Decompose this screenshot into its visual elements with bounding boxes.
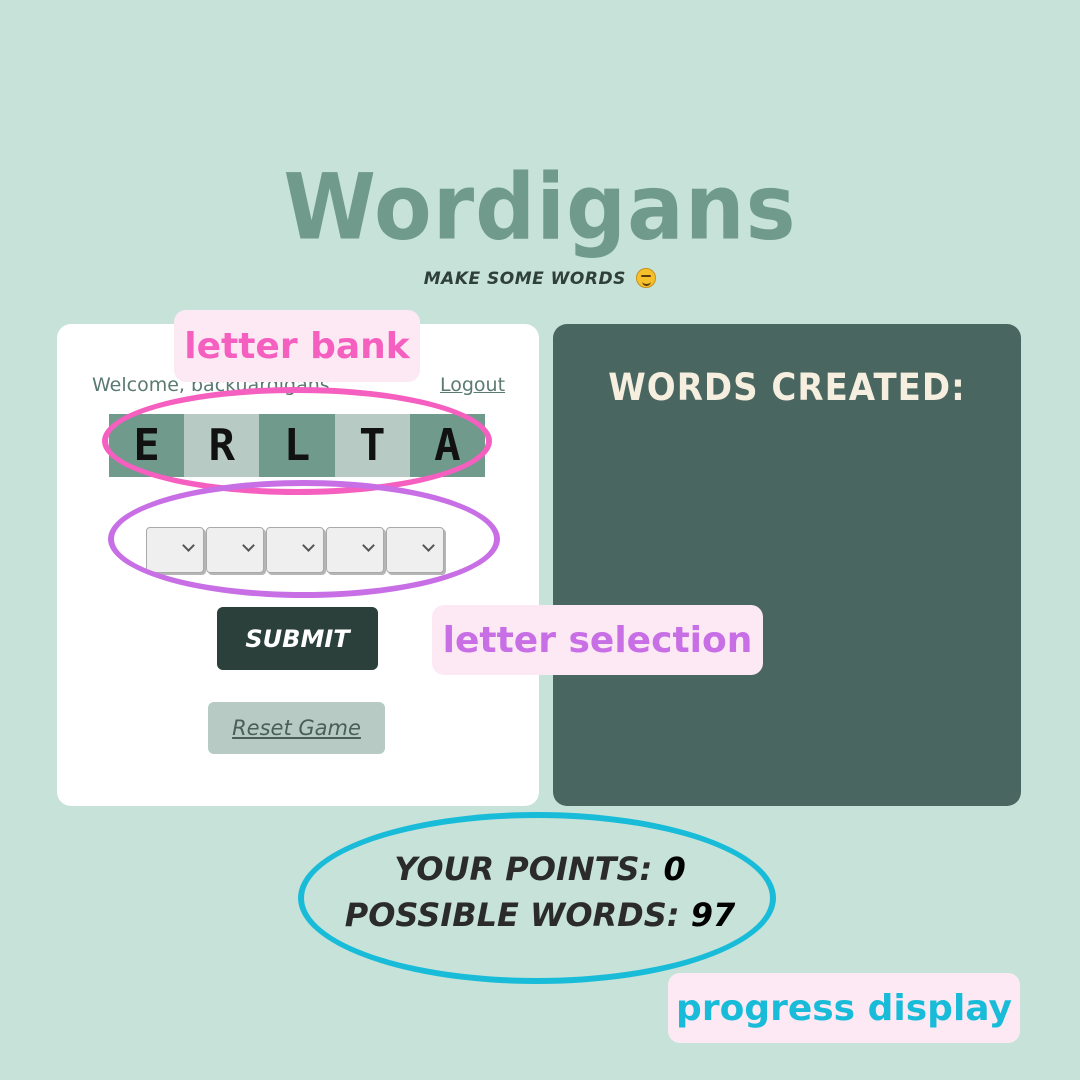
letter-select-2[interactable] [206,527,264,573]
letter-selection-callout: letter selection [432,605,763,675]
letter-tile: T [334,414,410,477]
logout-link[interactable]: Logout [440,374,505,396]
words-created-panel: WORDS CREATED: [553,324,1021,806]
letter-tile: L [259,414,335,477]
points-label: YOUR POINTS: [394,850,653,888]
words-created-title: WORDS CREATED: [608,366,966,410]
subtitle-text: MAKE SOME WORDS [423,269,626,289]
chevron-down-icon [362,539,375,552]
app-title: Wordigans [283,154,797,260]
chevron-down-icon [242,539,255,552]
progress-display-callout: progress display [668,973,1020,1043]
letter-tile: E [109,414,185,477]
letter-select-1[interactable] [146,527,204,573]
points-row: YOUR POINTS: 0 [0,846,1080,892]
points-value: 0 [663,850,686,888]
chevron-down-icon [182,539,195,552]
letter-bank-callout: letter bank [174,310,420,382]
letter-select-5[interactable] [386,527,444,573]
reset-game-button[interactable]: Reset Game [208,702,385,754]
letter-select-4[interactable] [326,527,384,573]
submit-button[interactable]: SUBMIT [217,607,378,670]
progress-display: YOUR POINTS: 0 POSSIBLE WORDS: 97 [0,846,1080,938]
app-subtitle: MAKE SOME WORDS [0,268,1080,289]
chevron-down-icon [302,539,315,552]
letter-tile: R [184,414,260,477]
letter-select-3[interactable] [266,527,324,573]
smirk-emoji-icon [636,268,657,288]
letter-selection [146,527,444,575]
letter-bank: E R L T A [109,414,486,477]
chevron-down-icon [422,539,435,552]
possible-words-value: 97 [690,896,736,934]
possible-words-row: POSSIBLE WORDS: 97 [0,892,1080,938]
possible-words-label: POSSIBLE WORDS: [344,896,680,934]
letter-tile: A [409,414,486,477]
